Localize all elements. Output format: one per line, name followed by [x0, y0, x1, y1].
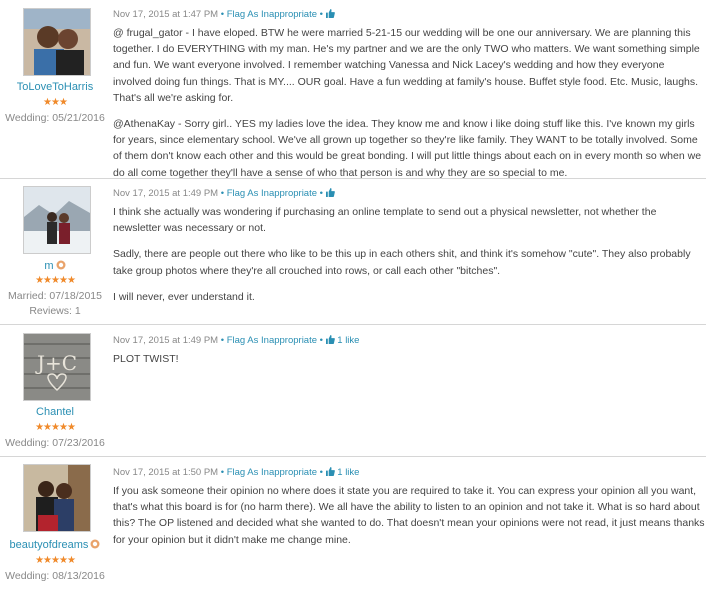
separator: • [319, 467, 323, 478]
wedding-date: Wedding: 07/23/2016 [5, 437, 105, 449]
thumbs-up-icon [325, 335, 335, 344]
post-header: Nov 17, 2015 at 1:47 PM • Flag As Inappr… [113, 9, 705, 20]
post-paragraph: @ frugal_gator - I have eloped. BTW he w… [113, 27, 700, 104]
post: beautyofdreams ★★★★★ Wedding: 08/13/2016… [0, 457, 706, 589]
like-button[interactable] [325, 188, 335, 199]
post-paragraph: @AthenaKay - Sorry girl.. YES my ladies … [113, 118, 702, 179]
like-button[interactable]: 1 like [325, 335, 360, 346]
badge-icon [90, 539, 100, 549]
flag-inappropriate-link[interactable]: Flag As Inappropriate [227, 188, 317, 199]
flag-inappropriate-link[interactable]: Flag As Inappropriate [227, 467, 317, 478]
avatar[interactable] [23, 186, 91, 254]
separator: • [220, 335, 225, 346]
thumbs-up-icon [325, 467, 335, 476]
post-paragraph: If you ask someone their opinion no wher… [113, 485, 705, 546]
thumbs-up-icon [325, 9, 335, 18]
post-paragraph: PLOT TWIST! [113, 353, 179, 365]
post-paragraph: Sadly, there are people out there who li… [113, 248, 691, 277]
post: m ★★★★★ Married: 07/18/2015 Reviews: 1 N… [0, 179, 706, 325]
timestamp: Nov 17, 2015 at 1:49 PM [113, 335, 219, 346]
like-count: 1 like [337, 467, 360, 478]
post-paragraph: I think she actually was wondering if pu… [113, 206, 657, 235]
post-body: If you ask someone their opinion no wher… [113, 483, 705, 548]
post-body: @ frugal_gator - I have eloped. BTW he w… [113, 25, 705, 181]
married-date: Married: 07/18/2015 [8, 290, 102, 302]
username-text[interactable]: m [44, 260, 53, 272]
wedding-date: Wedding: 05/21/2016 [5, 112, 105, 124]
rating-stars: ★★★ [43, 97, 68, 108]
post-header: Nov 17, 2015 at 1:49 PM • Flag As Inappr… [113, 335, 705, 346]
badge-icon [56, 260, 66, 270]
like-button[interactable] [325, 9, 335, 20]
reviews-count: Reviews: 1 [29, 305, 81, 317]
separator: • [220, 188, 225, 199]
post-header: Nov 17, 2015 at 1:49 PM • Flag As Inappr… [113, 188, 705, 199]
separator: • [319, 9, 323, 20]
rating-stars: ★★★★★ [35, 555, 76, 566]
wedding-date: Wedding: 08/13/2016 [5, 570, 105, 582]
thumbs-up-icon [325, 188, 335, 197]
timestamp: Nov 17, 2015 at 1:47 PM [113, 9, 219, 20]
post-body: I think she actually was wondering if pu… [113, 204, 705, 305]
rating-stars: ★★★★★ [35, 275, 76, 286]
flag-inappropriate-link[interactable]: Flag As Inappropriate [227, 335, 317, 346]
avatar[interactable] [23, 464, 91, 532]
username[interactable]: Chantel [0, 406, 110, 418]
separator: • [319, 335, 323, 346]
post: ToLoveToHarris ★★★ Wedding: 05/21/2016 N… [0, 0, 706, 179]
timestamp: Nov 17, 2015 at 1:49 PM [113, 188, 219, 199]
username[interactable]: m [0, 260, 110, 272]
avatar[interactable]: J+C [23, 333, 91, 401]
rating-stars: ★★★★★ [35, 422, 76, 433]
timestamp: Nov 17, 2015 at 1:50 PM [113, 467, 219, 478]
separator: • [220, 467, 225, 478]
separator: • [220, 9, 225, 20]
flag-inappropriate-link[interactable]: Flag As Inappropriate [227, 9, 317, 20]
separator: • [319, 188, 323, 199]
post-paragraph: I will never, ever understand it. [113, 290, 255, 303]
username-text[interactable]: beautyofdreams [10, 539, 89, 551]
like-count: 1 like [337, 335, 360, 346]
post-header: Nov 17, 2015 at 1:50 PM • Flag As Inappr… [113, 467, 705, 478]
avatar[interactable] [23, 8, 91, 76]
post: J+C Chantel ★★★★★ Wedding: 07/23/2016 No… [0, 325, 706, 457]
svg-text:J+C: J+C [35, 351, 77, 375]
like-button[interactable]: 1 like [325, 467, 360, 478]
post-body: PLOT TWIST! [113, 351, 705, 367]
username[interactable]: ToLoveToHarris [0, 81, 110, 93]
username[interactable]: beautyofdreams [0, 539, 110, 551]
